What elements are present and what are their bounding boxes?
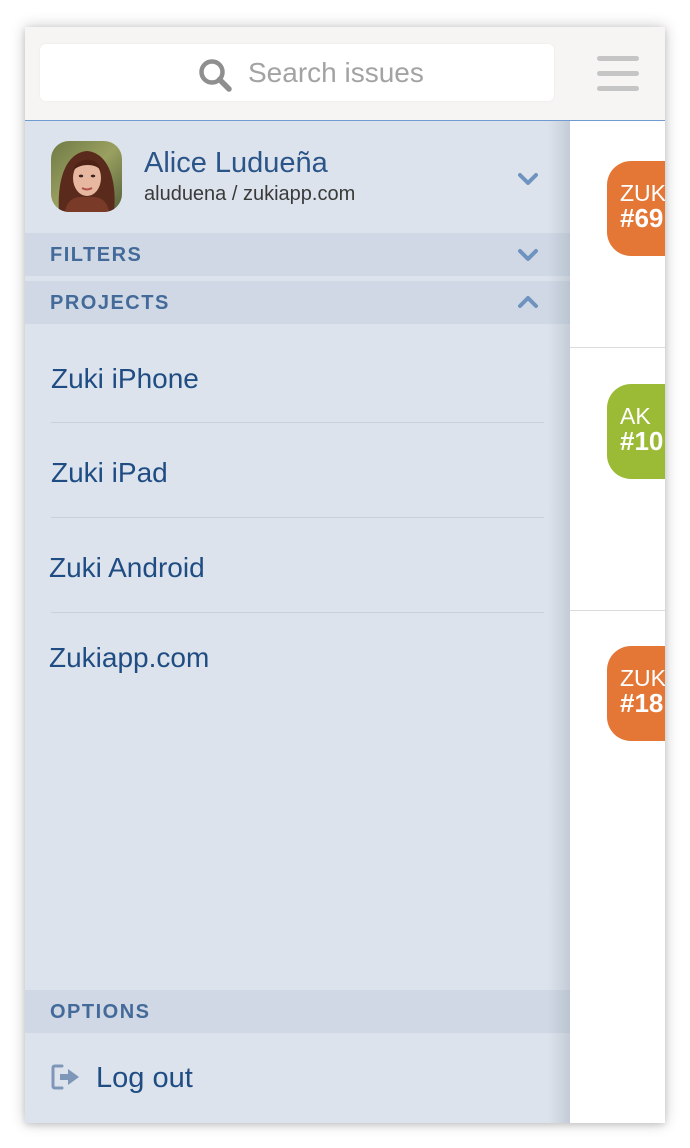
navigation-drawer: Alice Ludueña aluduena / zukiapp.com FIL… [25,27,570,1123]
issue-badge: ZUK #18 [607,646,665,741]
issue-list-panel: ZUK #69 AK #10 ZUK #18 [570,27,665,1123]
project-label: Zuki Android [49,552,205,583]
avatar [51,141,122,212]
search-box[interactable] [40,44,554,101]
search-icon [199,59,232,92]
logout-button[interactable]: Log out [25,1033,570,1123]
search-bar-area [25,27,570,121]
section-label: FILTERS [50,244,143,266]
issue-badge: ZUK #69 [607,161,665,256]
options-section-header: OPTIONS [25,990,570,1033]
issue-row[interactable]: ZUK #18 [570,611,665,911]
issue-number: #18 [620,688,664,718]
user-name: Alice Ludueña [144,147,328,179]
project-item-zuki-android[interactable]: Zuki Android [25,518,570,613]
project-label: Zuki iPad [51,457,168,488]
project-label: Zukiapp.com [49,642,210,673]
issue-project: AK [620,403,651,429]
issue-badge: AK #10 [607,384,665,479]
logout-label: Log out [96,1062,193,1094]
project-item-zuki-ipad[interactable]: Zuki iPad [25,423,570,518]
user-account-row[interactable]: Alice Ludueña aluduena / zukiapp.com [25,121,570,233]
projects-section-header[interactable]: PROJECTS [25,281,570,324]
user-account: aluduena / zukiapp.com [144,183,356,205]
issue-project: ZUK [620,665,665,691]
issue-row[interactable]: ZUK #69 [570,121,665,348]
chevron-up-icon [518,296,538,308]
chevron-down-icon [518,249,538,261]
app-window: ZUK #69 AK #10 ZUK #18 Search issues Ali… [25,27,665,1123]
issue-row[interactable]: AK #10 [570,348,665,611]
filters-section-header[interactable]: FILTERS [25,233,570,276]
issue-number: #69 [620,203,664,233]
project-label: Zuki iPhone [51,363,199,394]
main-header [570,27,665,121]
section-label: OPTIONS [50,1001,151,1023]
menu-icon[interactable] [597,56,639,91]
issue-project: ZUK [620,180,665,206]
chevron-down-icon[interactable] [517,172,539,186]
issue-number: #10 [620,426,664,456]
logout-icon [51,1064,79,1090]
section-label: PROJECTS [50,292,170,314]
search-input[interactable] [246,54,540,92]
project-item-zukiapp-com[interactable]: Zukiapp.com [25,611,570,706]
project-item-zuki-iphone[interactable]: Zuki iPhone [25,329,570,424]
